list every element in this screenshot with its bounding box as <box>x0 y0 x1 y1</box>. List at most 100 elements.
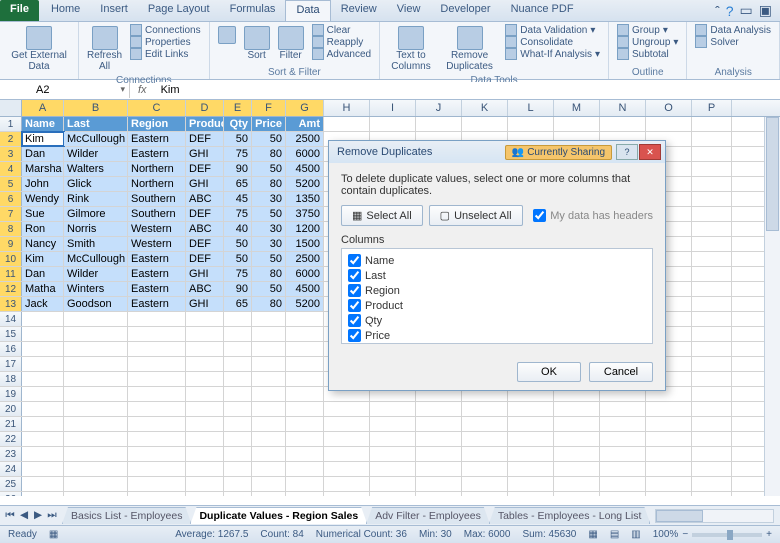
cell[interactable] <box>252 372 286 386</box>
cell[interactable] <box>692 402 732 416</box>
cell[interactable]: 80 <box>252 297 286 311</box>
cell[interactable] <box>692 207 732 221</box>
cell[interactable] <box>64 372 128 386</box>
cell[interactable] <box>692 282 732 296</box>
column-header-E[interactable]: E <box>224 100 252 116</box>
row-header[interactable]: 14 <box>0 312 22 326</box>
cell[interactable] <box>252 417 286 431</box>
cell[interactable] <box>128 387 186 401</box>
cell[interactable]: Ron <box>22 222 64 236</box>
cell[interactable] <box>692 462 732 476</box>
column-header-P[interactable]: P <box>692 100 732 116</box>
row-header[interactable]: 6 <box>0 192 22 206</box>
cell[interactable]: 50 <box>252 162 286 176</box>
status-recording-icon[interactable]: ▦ <box>49 529 58 540</box>
column-header-O[interactable]: O <box>646 100 692 116</box>
cell[interactable] <box>286 447 324 461</box>
column-header-G[interactable]: G <box>286 100 324 116</box>
cell[interactable]: 5200 <box>286 177 324 191</box>
column-checkbox[interactable] <box>348 269 361 282</box>
column-checkbox[interactable] <box>348 329 361 342</box>
cell[interactable] <box>324 117 370 131</box>
cell[interactable]: Qty <box>224 117 252 131</box>
ok-button[interactable]: OK <box>517 362 581 382</box>
tab-home[interactable]: Home <box>41 0 90 21</box>
cell[interactable] <box>64 432 128 446</box>
cell[interactable] <box>64 417 128 431</box>
get-external-data-button[interactable]: Get External Data <box>6 24 72 74</box>
cell[interactable] <box>508 447 554 461</box>
row-header[interactable]: 20 <box>0 402 22 416</box>
cell[interactable] <box>646 492 692 496</box>
cell[interactable]: 2500 <box>286 132 324 146</box>
cell[interactable] <box>508 432 554 446</box>
window-close-icon[interactable]: ▣ <box>759 2 772 19</box>
row-header[interactable]: 5 <box>0 177 22 191</box>
cell[interactable]: 80 <box>252 177 286 191</box>
cell[interactable] <box>324 447 370 461</box>
column-checkbox[interactable] <box>348 284 361 297</box>
clear-button[interactable]: Clear <box>310 24 373 36</box>
cell[interactable] <box>370 432 416 446</box>
window-restore-icon[interactable]: ▭ <box>740 2 753 19</box>
cell[interactable] <box>186 492 224 496</box>
cell[interactable]: DEF <box>186 132 224 146</box>
column-header-M[interactable]: M <box>554 100 600 116</box>
cell[interactable] <box>600 432 646 446</box>
cell[interactable]: 80 <box>252 147 286 161</box>
select-all-corner[interactable] <box>0 100 22 116</box>
cell[interactable]: Winters <box>64 282 128 296</box>
cell[interactable]: 65 <box>224 297 252 311</box>
cell[interactable] <box>64 477 128 491</box>
sheet-tab-advfilter[interactable]: Adv Filter - Employees <box>366 507 490 524</box>
cell[interactable] <box>286 357 324 371</box>
column-header-K[interactable]: K <box>462 100 508 116</box>
cell[interactable] <box>370 492 416 496</box>
subtotal-button[interactable]: Subtotal <box>615 48 680 60</box>
column-header-H[interactable]: H <box>324 100 370 116</box>
cell[interactable] <box>22 402 64 416</box>
cell[interactable] <box>692 372 732 386</box>
name-box[interactable]: A2 <box>30 82 130 98</box>
cell[interactable] <box>22 462 64 476</box>
cell[interactable]: Gilmore <box>64 207 128 221</box>
ungroup-button[interactable]: Ungroup ▾ <box>615 36 680 48</box>
cell[interactable] <box>508 117 554 131</box>
row-header[interactable]: 12 <box>0 282 22 296</box>
cell[interactable] <box>370 462 416 476</box>
cell[interactable] <box>286 417 324 431</box>
cell[interactable] <box>646 417 692 431</box>
solver-button[interactable]: Solver <box>693 36 773 48</box>
cell[interactable] <box>224 402 252 416</box>
cell[interactable] <box>462 462 508 476</box>
cell[interactable] <box>462 447 508 461</box>
data-analysis-button[interactable]: Data Analysis <box>693 24 773 36</box>
cell[interactable]: 50 <box>224 252 252 266</box>
cell[interactable] <box>22 447 64 461</box>
cell[interactable] <box>186 312 224 326</box>
cell[interactable]: GHI <box>186 177 224 191</box>
cell[interactable] <box>286 477 324 491</box>
cell[interactable] <box>64 462 128 476</box>
sort-button[interactable]: Sort <box>242 24 272 64</box>
cell[interactable] <box>128 327 186 341</box>
zoom-control[interactable]: 100% − + <box>653 529 772 540</box>
data-validation-button[interactable]: Data Validation ▾ <box>503 24 602 36</box>
cell[interactable] <box>416 432 462 446</box>
cell[interactable] <box>186 327 224 341</box>
tab-developer[interactable]: Developer <box>430 0 500 21</box>
row-header[interactable]: 8 <box>0 222 22 236</box>
cell[interactable]: Eastern <box>128 132 186 146</box>
cell[interactable] <box>324 462 370 476</box>
cell[interactable]: DEF <box>186 252 224 266</box>
cell[interactable] <box>600 492 646 496</box>
dialog-help-button[interactable]: ? <box>616 144 638 160</box>
cell[interactable]: Kim <box>22 252 64 266</box>
help-icon[interactable]: ? <box>726 3 734 19</box>
cell[interactable] <box>252 462 286 476</box>
cell[interactable]: Eastern <box>128 267 186 281</box>
cell[interactable] <box>416 462 462 476</box>
tab-review[interactable]: Review <box>331 0 387 21</box>
cell[interactable] <box>324 492 370 496</box>
vertical-scrollbar[interactable] <box>764 117 780 496</box>
